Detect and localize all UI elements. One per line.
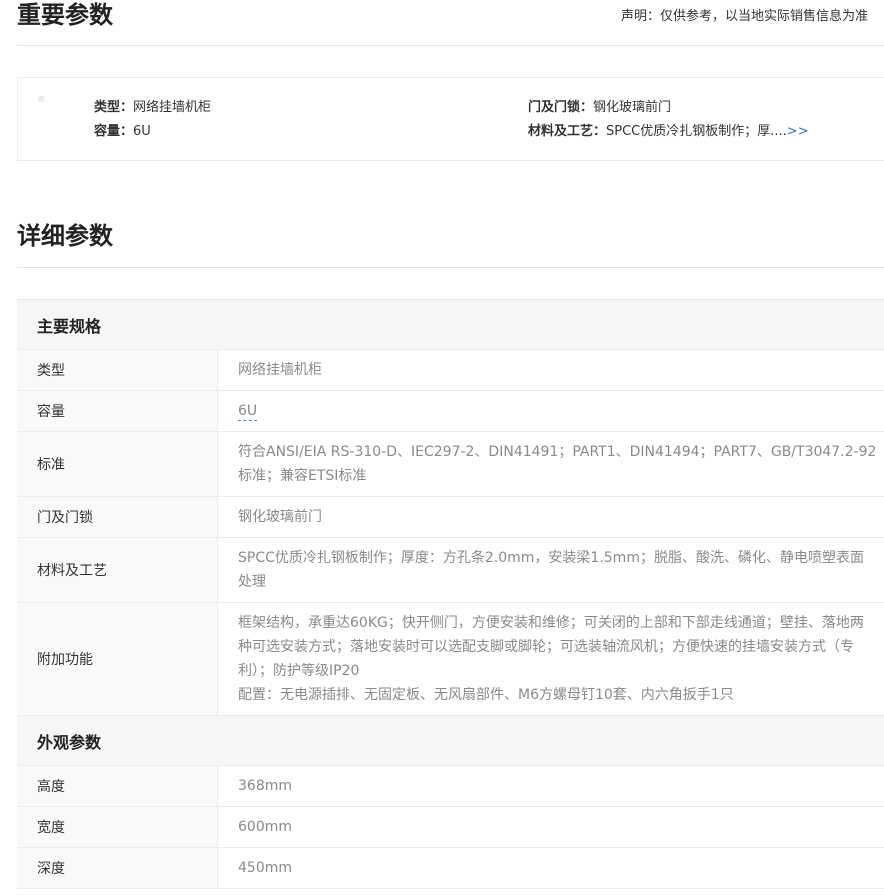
param-value-line: 处理 [238,574,266,590]
disclaimer-text: 声明：仅供参考，以当地实际销售信息为准 [621,9,869,24]
param-value-line: 368mm [238,778,292,794]
param-key: 深度 [17,848,218,888]
table-row: 标准 符合ANSI/EIA RS-310-D、IEC297-2、DIN41491… [17,432,884,497]
param-value: 框架结构，承重达60KG；快开侧门，方便安装和维修；可关闭的上部和下部走线通道；… [218,603,884,715]
param-key: 标准 [17,432,218,496]
detail-params-title: 详细参数 [17,222,113,250]
summary-key: 门及门锁： [528,100,594,115]
table-row: 门及门锁 钢化玻璃前门 [17,497,884,538]
table-row: 宽度 600mm [17,807,884,848]
capacity-link[interactable]: 6U [238,402,258,421]
summary-item-material: 材料及工艺：SPCC优质冷扎钢板制作；厚....>> [528,123,809,141]
param-key: 类型 [17,350,218,390]
group-header-main-specs: 主要规格 [17,300,884,350]
summary-item-door: 门及门锁：钢化玻璃前门 [528,99,671,117]
param-value-line: 框架结构，承重达60KG；快开侧门，方便安装和维修；可关闭的上部和下部走线通道；… [238,615,864,631]
summary-key: 类型： [94,100,134,115]
param-value-line: 钢化玻璃前门 [238,509,322,525]
more-link[interactable]: >> [787,124,809,139]
divider [17,267,884,268]
table-row: 类型 网络挂墙机柜 [17,350,884,391]
param-value-line: SPCC优质冷扎钢板制作；厚度：方孔条2.0mm，安装梁1.5mm；脱脂、酸洗、… [238,550,864,566]
important-params-title: 重要参数 [17,1,113,29]
param-value: 钢化玻璃前门 [218,497,884,537]
param-value: 符合ANSI/EIA RS-310-D、IEC297-2、DIN41491；PA… [218,432,884,496]
summary-key: 材料及工艺： [528,124,607,139]
group-header-appearance: 外观参数 [17,716,884,766]
param-value-line: 标准；兼容ETSI标准 [238,468,367,484]
summary-value: 6U [133,124,151,139]
param-key: 高度 [17,766,218,806]
param-key: 宽度 [17,807,218,847]
param-value: 450mm [218,848,884,888]
summary-value: SPCC优质冷扎钢板制作；厚.... [606,124,787,139]
param-key: 材料及工艺 [17,538,218,602]
important-params-panel: 类型：网络挂墙机柜 容量：6U 门及门锁：钢化玻璃前门 材料及工艺：SPCC优质… [17,77,884,161]
table-row: 深度 450mm [17,848,884,889]
param-value: 6U [218,391,884,431]
param-value-line: 600mm [238,819,292,835]
param-value-line: 配置：无电源插排、无固定板、无风扇部件、M6方螺母钉10套、内六角扳手1只 [238,687,734,703]
param-value: 600mm [218,807,884,847]
table-row: 容量 6U [17,391,884,432]
param-value-line: 450mm [238,860,292,876]
summary-item-type: 类型：网络挂墙机柜 [94,99,211,117]
summary-key: 容量： [94,124,134,139]
param-value: 网络挂墙机柜 [218,350,884,390]
param-key: 门及门锁 [17,497,218,537]
summary-item-capacity: 容量：6U [94,123,151,141]
param-key: 容量 [17,391,218,431]
param-value-line: 网络挂墙机柜 [238,362,322,378]
param-value-line: 利）；防护等级IP20 [238,663,360,679]
summary-value: 网络挂墙机柜 [133,100,212,115]
table-row: 附加功能 框架结构，承重达60KG；快开侧门，方便安装和维修；可关闭的上部和下部… [17,603,884,716]
param-value-line: 种可选安装方式；落地安装时可以选配支脚或脚轮；可选装轴流风机；方便快速的挂墙安装… [238,639,854,655]
param-value: 368mm [218,766,884,806]
param-value: SPCC优质冷扎钢板制作；厚度：方孔条2.0mm，安装梁1.5mm；脱脂、酸洗、… [218,538,884,602]
detail-params-table: 主要规格 类型 网络挂墙机柜 容量 6U 标准 符合ANSI/EIA RS-31… [17,299,884,889]
table-row: 材料及工艺 SPCC优质冷扎钢板制作；厚度：方孔条2.0mm，安装梁1.5mm；… [17,538,884,603]
table-row: 高度 368mm [17,766,884,807]
product-image-placeholder [38,96,44,102]
divider [17,45,884,46]
summary-value: 钢化玻璃前门 [593,100,672,115]
param-value-line: 符合ANSI/EIA RS-310-D、IEC297-2、DIN41491；PA… [238,444,877,460]
param-key: 附加功能 [17,603,218,715]
